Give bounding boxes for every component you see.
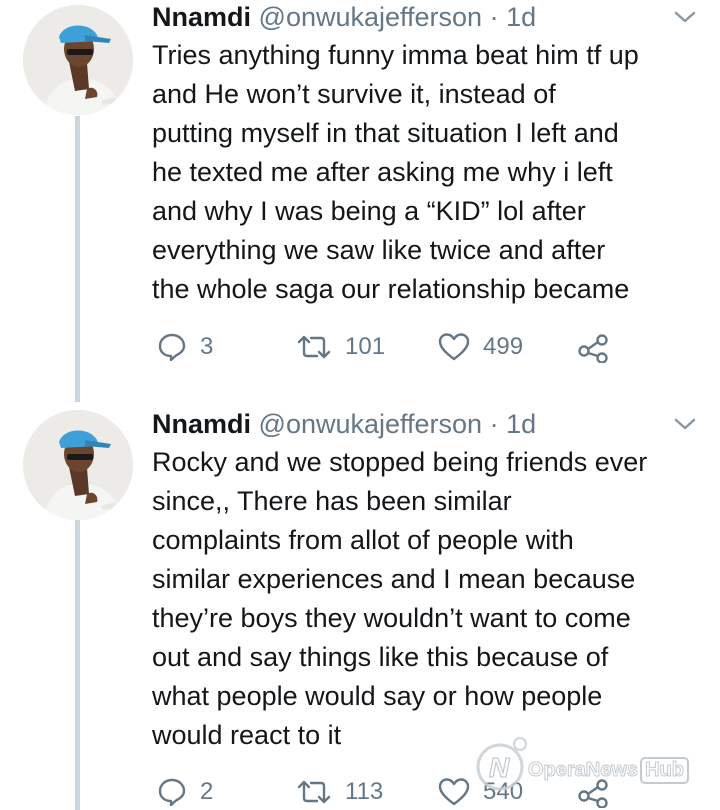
share-button[interactable] (576, 327, 610, 367)
author-name[interactable]: Nnamdi (152, 2, 251, 32)
tweet-text-line: Tries anything funny imma beat him tf up (152, 40, 639, 70)
reply-button[interactable]: 2 (156, 772, 213, 810)
tweet-text: Rocky and we stopped being friends ever … (152, 443, 712, 755)
reply-count: 2 (200, 778, 214, 805)
tweet-text-line: since,, There has been similar (152, 486, 512, 516)
avatar[interactable] (23, 410, 133, 520)
chevron-down-icon[interactable] (672, 413, 698, 435)
retweet-icon (297, 335, 331, 359)
tweet-text-line: and He won’t survive it, instead of (152, 79, 556, 109)
watermark-logo-icon: N (476, 737, 527, 791)
tweet-actions: 3 101 499 (152, 327, 672, 367)
heart-icon (438, 778, 470, 806)
watermark-text: OperaNews Hub (527, 757, 689, 784)
tweet-timestamp[interactable]: 1d (506, 409, 536, 439)
tweet-text: Tries anything funny imma beat him tf up… (152, 36, 712, 309)
tweet-text-line: he texted me after asking me why i left (152, 157, 613, 187)
like-button[interactable]: 499 (437, 327, 523, 367)
tweet-text-line: complaints from allot of people with (152, 525, 574, 555)
chevron-down-icon[interactable] (672, 6, 698, 28)
author-handle[interactable]: @onwukajefferson (259, 2, 483, 32)
tweet-text-line: Rocky and we stopped being friends ever (152, 447, 648, 477)
reply-icon (158, 778, 186, 807)
tweet-text-line: they’re boys they wouldn’t want to come (152, 603, 631, 633)
separator-dot: · (489, 2, 499, 32)
watermark-hub: Hub (640, 757, 689, 784)
tweet-header: Nnamdi @onwukajefferson · 1d (152, 0, 536, 34)
reply-button[interactable]: 3 (156, 327, 213, 367)
author-name[interactable]: Nnamdi (152, 409, 251, 439)
retweet-button[interactable]: 101 (295, 327, 385, 367)
retweet-count: 113 (345, 778, 384, 805)
tweet-text-line: out and say things like this because of (152, 642, 609, 672)
retweet-count: 101 (345, 333, 386, 360)
avatar-image (23, 5, 133, 115)
author-handle[interactable]: @onwukajefferson (259, 409, 483, 439)
reply-count: 3 (200, 333, 214, 360)
tweet-timestamp[interactable]: 1d (506, 2, 536, 32)
retweet-button[interactable]: 113 (295, 772, 383, 810)
svg-text:N: N (489, 752, 510, 783)
tweet-text-line: similar experiences and I mean because (152, 564, 636, 594)
reply-icon (158, 333, 186, 362)
tweet-text-line: and why I was being a “KID” lol after (152, 196, 586, 226)
tweet-text-line: putting myself in that situation I left … (152, 118, 619, 148)
tweet-text-line: the whole saga our relationship became (152, 274, 630, 304)
separator-dot: · (489, 409, 499, 439)
watermark-brand: OperaNews (527, 759, 639, 782)
heart-icon (438, 333, 470, 361)
tweet[interactable]: Nnamdi @onwukajefferson · 1d Tries anyth… (0, 0, 720, 400)
avatar-image (23, 410, 133, 520)
avatar[interactable] (23, 5, 133, 115)
tweet-text-line: everything we saw like twice and after (152, 235, 606, 265)
retweet-icon (297, 780, 331, 804)
like-count: 499 (483, 333, 524, 360)
watermark: N OperaNews Hub (470, 735, 710, 795)
tweet-text-line: what people would say or how people (152, 681, 603, 711)
share-icon (578, 334, 608, 363)
tweet-header: Nnamdi @onwukajefferson · 1d (152, 407, 536, 441)
